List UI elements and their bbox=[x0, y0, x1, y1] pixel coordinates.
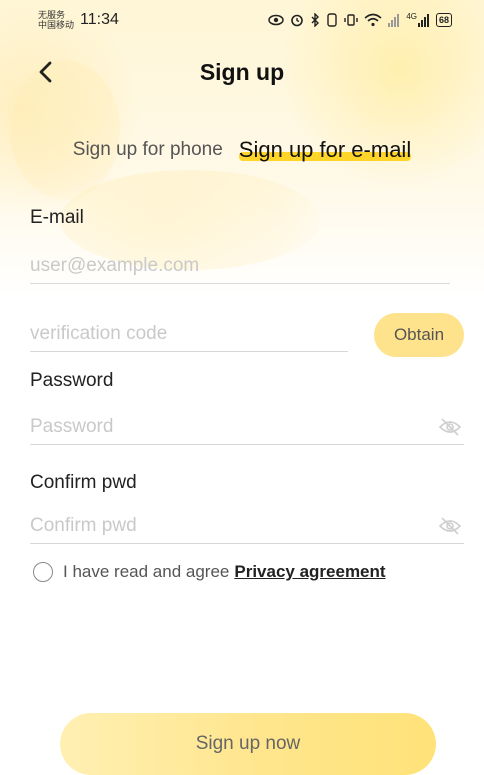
sign-up-now-button[interactable]: Sign up now bbox=[60, 713, 436, 775]
agreement-text: I have read and agree bbox=[63, 562, 230, 581]
network-type: 4G bbox=[406, 11, 417, 21]
battery-icon: 68 bbox=[435, 13, 452, 27]
chevron-left-icon bbox=[39, 61, 52, 83]
confirm-password-label: Confirm pwd bbox=[30, 472, 137, 493]
agree-checkbox[interactable] bbox=[33, 562, 53, 582]
status-bar: 无服务 中国移动 11:34 4G 68 bbox=[0, 0, 484, 40]
alarm-icon bbox=[291, 14, 304, 27]
email-label: E-mail bbox=[30, 207, 84, 228]
code-field-row bbox=[30, 316, 348, 352]
signal-icon bbox=[388, 14, 400, 27]
password-label: Password bbox=[30, 370, 114, 391]
obtain-code-button[interactable]: Obtain bbox=[374, 313, 464, 357]
privacy-agreement-link[interactable]: Privacy agreement bbox=[234, 562, 385, 582]
back-button[interactable] bbox=[30, 56, 62, 88]
eye-off-icon bbox=[438, 516, 462, 535]
signal-strength-icon bbox=[417, 14, 429, 27]
email-input[interactable] bbox=[30, 254, 450, 277]
carrier-status: 无服务 bbox=[38, 10, 66, 20]
vibrate-icon bbox=[344, 14, 359, 26]
eye-comfort-icon bbox=[268, 14, 285, 26]
email-field-row bbox=[30, 248, 450, 284]
confirm-visibility-toggle[interactable] bbox=[436, 514, 464, 538]
signup-tabs: Sign up for phone Sign up for e-mail bbox=[0, 130, 484, 170]
password-input[interactable] bbox=[30, 415, 436, 438]
wifi-icon bbox=[364, 13, 382, 27]
nfc-icon bbox=[327, 13, 338, 27]
status-time: 11:34 bbox=[80, 11, 119, 28]
carrier-name: 中国移动 bbox=[38, 20, 75, 30]
tab-email[interactable]: Sign up for e-mail bbox=[238, 137, 412, 163]
status-icons: 4G 68 bbox=[268, 11, 452, 27]
confirm-password-input[interactable] bbox=[30, 514, 436, 537]
eye-off-icon bbox=[438, 417, 462, 436]
bluetooth-icon bbox=[311, 13, 320, 27]
page-title: Sign up bbox=[199, 58, 285, 85]
carrier-info: 无服务 中国移动 11:34 bbox=[38, 10, 119, 30]
page-header: Sign up bbox=[0, 50, 484, 94]
password-visibility-toggle[interactable] bbox=[436, 415, 464, 439]
confirm-password-field-row bbox=[30, 508, 464, 544]
password-field-row bbox=[30, 409, 464, 445]
tab-phone[interactable]: Sign up for phone bbox=[73, 139, 223, 161]
verification-code-input[interactable] bbox=[30, 322, 348, 345]
agreement-row: I have read and agree Privacy agreement bbox=[33, 562, 386, 582]
